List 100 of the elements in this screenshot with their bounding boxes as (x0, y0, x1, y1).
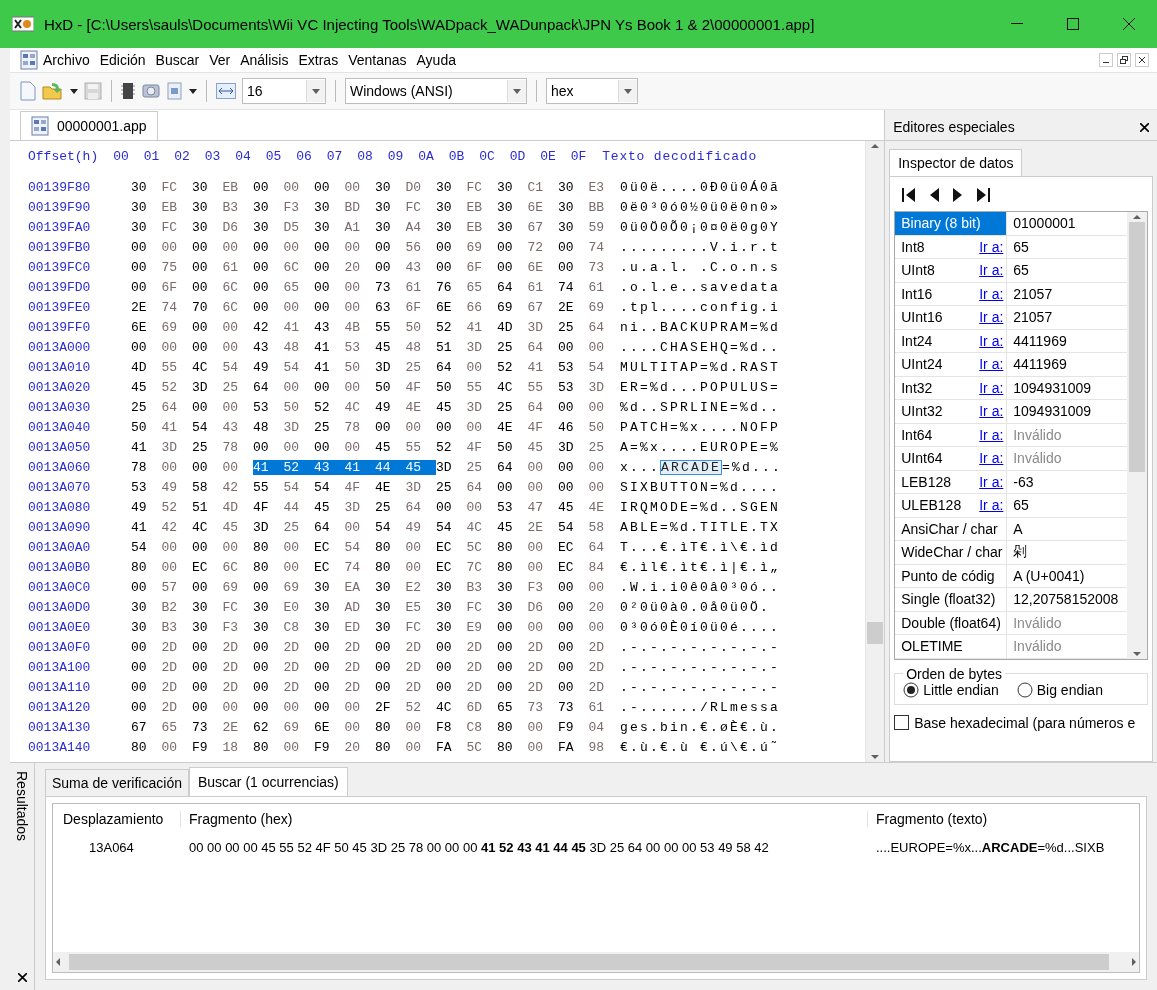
caret-icon[interactable] (70, 88, 78, 94)
chip-icon[interactable] (121, 82, 135, 100)
close-icon[interactable] (17, 973, 27, 982)
hex-byte: 54 (558, 519, 574, 535)
caret-icon[interactable] (189, 88, 197, 94)
hex-byte: 00 (314, 639, 330, 655)
column-header: 0D (509, 149, 526, 164)
hex-byte: 00 (375, 639, 391, 655)
hex-byte: 00 (131, 699, 147, 715)
hex-byte: 25 (375, 499, 391, 515)
goto-link[interactable]: Ir a: (979, 379, 1004, 396)
hex-byte: 69 (466, 239, 483, 255)
field-name[interactable]: Punto de códig (895, 564, 1008, 587)
field-name[interactable]: Double (float64) (895, 611, 1008, 634)
results-tab[interactable]: Suma de verificación (45, 769, 189, 796)
page-icon[interactable] (167, 82, 183, 100)
hex-byte: 00 (344, 239, 361, 255)
hex-byte: 00 (253, 179, 269, 195)
menu-item[interactable]: Ventanas (343, 50, 412, 70)
panel-tab[interactable]: Inspector de datos (889, 149, 1023, 176)
goto-link[interactable]: Ir a: (979, 332, 1004, 349)
goto-link[interactable]: Ir a: (979, 285, 1004, 302)
hex-byte: 00 (131, 579, 147, 595)
scroll-right-icon[interactable] (1129, 957, 1139, 967)
hex-byte: 58 (588, 519, 605, 535)
hex-byte: 41 (283, 319, 300, 335)
goto-link[interactable]: Ir a: (979, 450, 1004, 467)
goto-link[interactable]: Ir a: (979, 356, 1004, 373)
hex-byte: 6C (222, 279, 239, 295)
hex-byte: 54 (283, 479, 300, 495)
menu-item[interactable]: Buscar (150, 50, 205, 70)
offset-label: 0013A020 (28, 379, 91, 395)
column-header: 01 (143, 149, 160, 164)
hex-byte: EC (314, 559, 330, 575)
hex-byte: 00 (558, 619, 574, 635)
close-icon[interactable] (1123, 18, 1135, 30)
field-name[interactable]: WideChar / char (895, 541, 1008, 564)
restore-icon[interactable] (1117, 53, 1131, 67)
bytes-per-row-dropdown[interactable]: 16 (242, 78, 326, 104)
field-name[interactable]: AnsiChar / char (895, 517, 1008, 540)
field-name[interactable]: Binary (8 bit) (895, 212, 1008, 235)
menu-item[interactable]: Ayuda (411, 50, 461, 70)
goto-link[interactable]: Ir a: (979, 426, 1004, 443)
menu-item[interactable]: Extras (293, 50, 344, 70)
results-tab[interactable]: Buscar (1 ocurrencias) (188, 767, 348, 796)
first-icon[interactable] (902, 187, 917, 203)
scrollbar-thumb[interactable] (867, 622, 884, 644)
hex-byte: 80 (497, 539, 513, 555)
goto-link[interactable]: Ir a: (979, 309, 1004, 326)
goto-link[interactable]: Ir a: (979, 238, 1004, 255)
field-name[interactable]: OLETIME (895, 635, 1008, 658)
scroll-up-icon[interactable] (870, 141, 881, 151)
goto-link[interactable]: Ir a: (979, 497, 1004, 514)
hex-byte: 00 (253, 239, 269, 255)
field-value: -63 (1012, 473, 1034, 490)
width-icon[interactable] (216, 83, 236, 99)
radio-button[interactable] (1016, 681, 1033, 698)
hex-byte: 70 (192, 299, 208, 315)
charset-dropdown[interactable]: Windows (ANSI) (345, 78, 527, 104)
maximize-icon[interactable] (1067, 18, 1079, 30)
hex-byte: 50 (436, 379, 452, 395)
hex-byte: 80 (497, 559, 513, 575)
decoded-text: IRQMODE=%d..SGEN (620, 499, 781, 515)
hex-byte: 78 (344, 419, 361, 435)
hex-byte: 30 (314, 219, 330, 235)
document-tab[interactable]: 00000001.app (20, 111, 158, 140)
scroll-down-icon[interactable] (870, 752, 881, 762)
minimize-icon[interactable] (1099, 53, 1113, 67)
menu-item[interactable]: Ver (204, 50, 236, 70)
goto-link[interactable]: Ir a: (979, 403, 1004, 420)
hex-byte: 80 (375, 559, 391, 575)
offset-label: 0013A110 (28, 679, 91, 695)
goto-link[interactable]: Ir a: (979, 262, 1004, 279)
minimize-icon[interactable] (1011, 23, 1023, 25)
hex-byte: FA (436, 739, 452, 755)
close-icon[interactable] (1140, 122, 1149, 132)
hex-byte: 73 (192, 719, 208, 735)
hex-byte: 80 (375, 539, 391, 555)
scrollbar-thumb[interactable] (1129, 222, 1145, 472)
offset-label: 0013A090 (28, 519, 91, 535)
hex-byte: 6F (405, 299, 422, 315)
checkbox[interactable] (894, 715, 910, 730)
menu-item[interactable]: Edición (94, 50, 151, 70)
previous-icon[interactable] (928, 187, 941, 203)
menu-item[interactable]: Archivo (38, 50, 95, 70)
hex-byte: 41 (344, 459, 361, 475)
radio-button[interactable] (903, 681, 920, 698)
hex-byte: 00 (527, 739, 544, 755)
menu-item[interactable]: Análisis (235, 50, 294, 70)
display-mode-dropdown[interactable]: hex (546, 78, 638, 104)
hex-byte: 2D (344, 639, 361, 655)
field-value: 21057 (1012, 309, 1053, 326)
hex-byte: 50 (283, 399, 300, 415)
scrollbar-thumb[interactable] (69, 954, 1109, 970)
field-name[interactable]: Single (float32) (895, 588, 1008, 611)
last-icon[interactable] (976, 187, 991, 203)
scroll-up-icon[interactable] (1132, 212, 1142, 222)
hex-byte: EC (192, 559, 208, 575)
goto-link[interactable]: Ir a: (979, 473, 1004, 490)
hex-byte: 2D (527, 679, 544, 695)
